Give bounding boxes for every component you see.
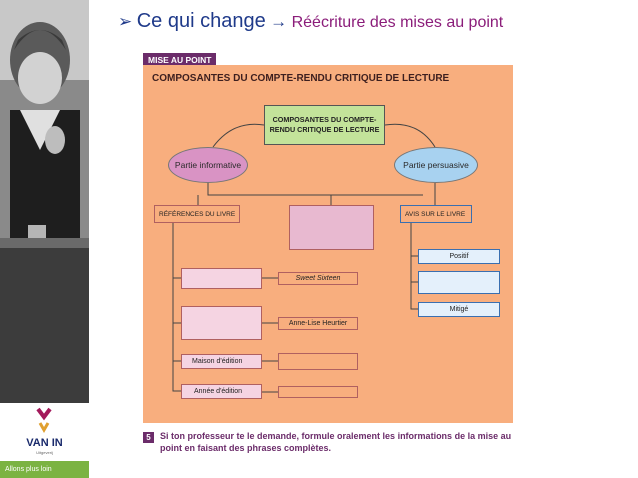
right-arrow-icon: → [270, 12, 288, 31]
oval-partie-persuasive: Partie persuasive [394, 147, 478, 183]
center-node: COMPOSANTES DU COMPTE-RENDU CRITIQUE DE … [264, 105, 385, 145]
oval-partie-informative: Partie informative [168, 147, 248, 183]
diagram-title: COMPOSANTES DU COMPTE-RENDU CRITIQUE DE … [152, 73, 450, 84]
bullet-arrow-icon: ➢ [118, 12, 133, 31]
reference-item-4: Année d'édition [181, 384, 262, 399]
slide-title-sub: Réécriture des mises au point [291, 14, 504, 31]
student-photo-image [0, 0, 89, 248]
avis-item-3: Mitigé [418, 302, 500, 317]
reference-value-3 [278, 353, 358, 370]
logo-subtext: Uitgeverij [36, 450, 53, 455]
logo-mark-icon [36, 407, 52, 434]
references-du-livre-box: RÉFÉRENCES DU LIVRE [154, 205, 240, 223]
logo-text: VAN IN [26, 437, 63, 449]
empty-middle-box [289, 205, 374, 250]
sidebar-background [0, 248, 89, 403]
diagram-panel: COMPOSANTES DU COMPTE-RENDU CRITIQUE DE … [143, 65, 513, 423]
publisher-logo: VAN IN Uitgeverij [0, 403, 89, 461]
avis-sur-le-livre-box: AVIS SUR LE LIVRE [400, 205, 472, 223]
avis-item-2 [418, 271, 500, 294]
tagline: Allons plus loin [0, 461, 89, 478]
reference-item-3: Maison d'édition [181, 354, 262, 369]
slide-title-main: Ce qui change [136, 10, 266, 32]
question-number: 5 [143, 432, 154, 443]
reference-value-1: Sweet Sixteen [278, 272, 358, 285]
reference-item-2 [181, 306, 262, 340]
reference-value-4 [278, 386, 358, 398]
sidebar: VAN IN Uitgeverij Allons plus loin [0, 0, 89, 478]
student-photo [0, 0, 89, 248]
reference-item-1 [181, 268, 262, 289]
reference-value-2: Anne-Lise Heurtier [278, 317, 358, 330]
slide-title: ➢ Ce qui change → Réécriture des mises a… [118, 10, 503, 33]
question-text: Si ton professeur te le demande, formule… [160, 431, 512, 453]
avis-item-1: Positif [418, 249, 500, 264]
